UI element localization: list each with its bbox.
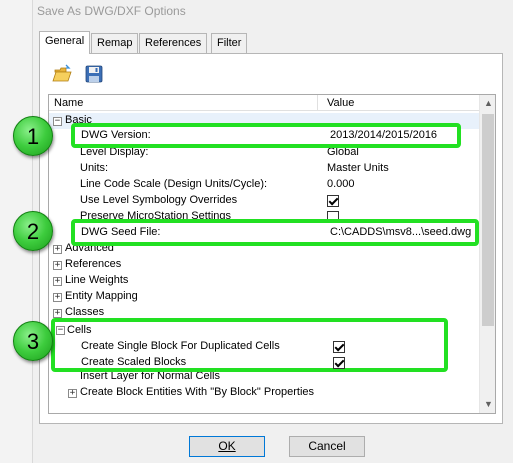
property-name: Use Level Symbology Overrides [80, 194, 238, 206]
column-header-value[interactable]: Value [327, 97, 354, 109]
expand-icon[interactable]: + [53, 261, 62, 270]
callout-badge-2: 2 [13, 211, 53, 251]
property-name: Create Block Entities With "By Block" Pr… [80, 386, 315, 398]
property-row-line-code-scale[interactable]: Line Code Scale (Design Units/Cycle): 0.… [49, 177, 479, 193]
property-value[interactable]: 0.000 [327, 178, 355, 190]
property-name-create-scaled-blocks: Create Scaled Blocks [81, 356, 187, 368]
column-header-name[interactable]: Name [54, 97, 83, 109]
cancel-button-label: Cancel [308, 439, 346, 453]
callout-3-highlight: − Cells Create Single Block For Duplicat… [51, 318, 448, 372]
checkbox-create-scaled-blocks[interactable] [333, 357, 345, 369]
group-row-references[interactable]: + References [49, 257, 479, 273]
expand-icon[interactable]: + [53, 277, 62, 286]
expand-icon[interactable]: + [53, 293, 62, 302]
group-label-entity-mapping: Entity Mapping [65, 290, 138, 302]
property-value-dwg-seed-file[interactable]: C:\CADDS\msv8...\seed.dwg [330, 226, 471, 238]
callout-badge-3: 3 [13, 321, 53, 361]
grid-header: Name Value [49, 95, 479, 111]
expand-icon[interactable]: + [68, 389, 77, 398]
tab-general[interactable]: General [39, 31, 91, 54]
group-row-entity-mapping[interactable]: + Entity Mapping [49, 289, 479, 305]
group-label-line-weights: Line Weights [65, 274, 129, 286]
callout-1-highlight: DWG Version: 2013/2014/2015/2016 [71, 123, 461, 148]
expand-icon[interactable]: + [53, 245, 62, 254]
tab-references[interactable]: References [139, 33, 208, 53]
property-name-create-single-block: Create Single Block For Duplicated Cells [81, 340, 280, 352]
checkbox-use-level-symbology-overrides[interactable] [327, 195, 339, 207]
window-title: Save As DWG/DXF Options [37, 4, 186, 18]
ok-button-label: OK [218, 439, 236, 453]
cancel-button[interactable]: Cancel [289, 436, 365, 457]
scroll-down-arrow-icon[interactable]: ▼ [480, 396, 495, 413]
collapse-icon[interactable]: − [53, 117, 62, 126]
tab-references-label: References [145, 37, 202, 49]
callout-2-highlight: DWG Seed File: C:\CADDS\msv8...\seed.dwg [71, 219, 479, 246]
tab-filter[interactable]: Filter [211, 33, 248, 53]
property-name: Line Code Scale (Design Units/Cycle): [80, 178, 268, 190]
property-row-units[interactable]: Units: Master Units [49, 161, 479, 177]
property-value-dwg-version[interactable]: 2013/2014/2015/2016 [330, 129, 437, 141]
tab-remap-label: Remap [97, 37, 133, 49]
group-row-line-weights[interactable]: + Line Weights [49, 273, 479, 289]
property-name: Units: [80, 162, 109, 174]
property-value[interactable]: Master Units [327, 162, 389, 174]
group-label-references: References [65, 258, 122, 270]
tab-general-label: General [45, 35, 85, 47]
property-name-dwg-version: DWG Version: [81, 129, 151, 141]
group-row-create-block-entities[interactable]: + Create Block Entities With "By Block" … [49, 385, 479, 401]
group-label-classes: Classes [65, 306, 105, 318]
property-row-use-level-symbology-overrides[interactable]: Use Level Symbology Overrides [49, 193, 479, 209]
checkbox-create-single-block[interactable] [333, 341, 345, 353]
group-label-cells: Cells [67, 324, 92, 336]
callout-badge-1: 1 [13, 116, 53, 156]
expand-icon[interactable]: + [53, 309, 62, 318]
floppy-disk-icon[interactable] [84, 64, 104, 84]
vertical-scrollbar[interactable]: ▲ ▼ [479, 95, 495, 413]
scrollbar-thumb[interactable] [482, 114, 494, 326]
ok-button[interactable]: OK [189, 436, 265, 457]
column-divider[interactable] [317, 95, 318, 111]
property-name-dwg-seed-file: DWG Seed File: [81, 226, 161, 238]
tab-remap[interactable]: Remap [91, 33, 139, 53]
scroll-up-arrow-icon[interactable]: ▲ [480, 95, 495, 112]
collapse-icon[interactable]: − [56, 326, 65, 335]
tab-filter-label: Filter [217, 37, 242, 49]
folder-open-icon[interactable] [52, 64, 72, 84]
